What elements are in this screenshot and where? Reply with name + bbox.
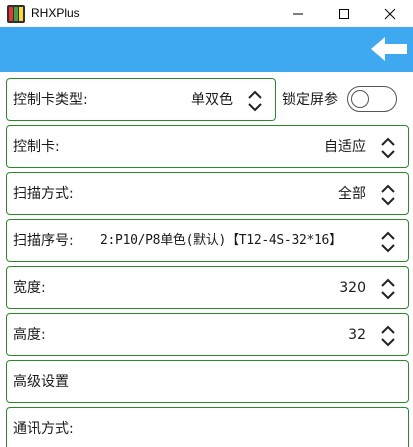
updown-chevron-icon <box>248 90 262 112</box>
scan-sequence-value: 2:P10/P8单色(默认)【T12-4S-32*16】 <box>100 233 342 248</box>
close-icon <box>384 8 396 20</box>
scan-sequence-label: 扫描序号: <box>13 233 74 249</box>
updown-chevron-icon <box>381 325 395 347</box>
scan-mode-value: 全部 <box>338 186 366 202</box>
height-stepper[interactable]: 高度: 32 <box>6 313 409 356</box>
control-card-label: 控制卡: <box>13 139 60 155</box>
comm-mode-row[interactable]: 通讯方式: <box>6 407 409 447</box>
advanced-settings-row[interactable]: 高级设置 <box>6 360 409 403</box>
lock-params-toggle[interactable] <box>347 86 397 112</box>
scan-mode-label: 扫描方式: <box>13 186 74 202</box>
minimize-button[interactable] <box>275 0 321 27</box>
card-type-label: 控制卡类型: <box>13 92 88 108</box>
updown-chevron-icon <box>381 231 395 253</box>
scan-mode-selector[interactable]: 扫描方式: 全部 <box>6 172 409 215</box>
card-type-value: 单双色 <box>191 92 233 108</box>
app-icon <box>7 5 25 23</box>
height-label: 高度: <box>13 327 46 343</box>
arrow-left-icon <box>371 37 407 61</box>
updown-chevron-icon <box>381 278 395 300</box>
height-value: 32 <box>348 327 366 343</box>
width-label: 宽度: <box>13 280 46 296</box>
lock-params-label: 锁定屏参 <box>282 92 338 108</box>
control-card-value: 自适应 <box>324 139 366 155</box>
comm-mode-label: 通讯方式: <box>13 421 74 437</box>
close-button[interactable] <box>367 0 413 27</box>
card-type-selector[interactable]: 控制卡类型: 单双色 <box>6 78 276 121</box>
width-stepper[interactable]: 宽度: 320 <box>6 266 409 309</box>
advanced-settings-label: 高级设置 <box>13 374 69 390</box>
maximize-icon <box>339 9 349 19</box>
title-bar: RHXPlus <box>0 0 413 27</box>
back-button[interactable] <box>369 35 409 63</box>
scan-sequence-selector[interactable]: 扫描序号: 2:P10/P8单色(默认)【T12-4S-32*16】 <box>6 219 409 262</box>
updown-chevron-icon <box>381 137 395 159</box>
updown-chevron-icon <box>381 184 395 206</box>
window-title: RHXPlus <box>31 6 80 20</box>
maximize-button[interactable] <box>321 0 367 27</box>
header-toolbar <box>0 27 413 72</box>
width-value: 320 <box>339 280 366 296</box>
control-card-selector[interactable]: 控制卡: 自适应 <box>6 125 409 168</box>
toggle-knob <box>351 89 369 108</box>
minimize-icon <box>293 13 303 15</box>
